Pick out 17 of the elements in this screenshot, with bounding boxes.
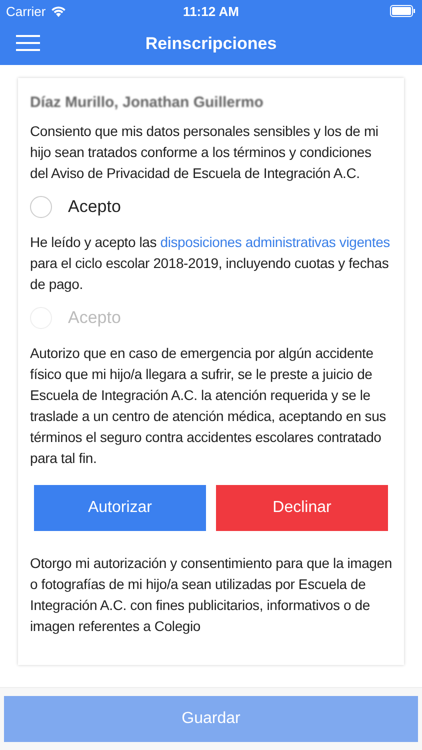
- clock-time: 11:12 AM: [183, 4, 239, 18]
- consent-paragraph: Otorgo mi autorización y consentimiento para que la imagen o fotografías de mi hijo/a sean utilizadas por Escuela de Integración A.C. con fines publicitarios, informativos o de imagen referentes a Colegio: [30, 554, 392, 636]
- authorize-button[interactable]: Autorizar: [34, 485, 206, 531]
- consent-paragraph: Consiento que mis datos personales sensibles y los de mi hijo sean tratados conforme a los términos y condiciones del Aviso de Privacidad de Escuela de Integración A.C.: [30, 122, 380, 183]
- wifi-icon: [50, 6, 66, 16]
- decline-button[interactable]: Declinar: [216, 485, 388, 531]
- consent-paragraph: Autorizo que en caso de emergencia por algún accidente físico que mi hijo/a llegara a sufrir, se le preste a juicio de Escuela de Integración A.C. la atención requerida y se le traslade a un centro de atención médica, aceptando en sus términos el seguro contra accidentes escolares contratado para tal fin.: [30, 344, 387, 468]
- terms-link[interactable]: disposiciones administrativas vigentes: [160, 234, 390, 250]
- student-name: Díaz Murillo, Jonathan Guillermo: [30, 94, 264, 111]
- page-title: Reinscripciones: [145, 34, 277, 54]
- menu-icon[interactable]: [16, 33, 40, 53]
- carrier-label: Carrier: [6, 4, 46, 18]
- radio-label: Acepto: [68, 197, 121, 217]
- radio-button[interactable]: [30, 196, 52, 218]
- radio-label: Acepto: [68, 308, 121, 328]
- consent-paragraph: He leído y acepto las disposiciones administrativas vigentes para el ciclo escolar 2018-2019, incluyendo cuotas y fechas de pago.: [30, 233, 391, 294]
- battery-icon: [390, 5, 416, 17]
